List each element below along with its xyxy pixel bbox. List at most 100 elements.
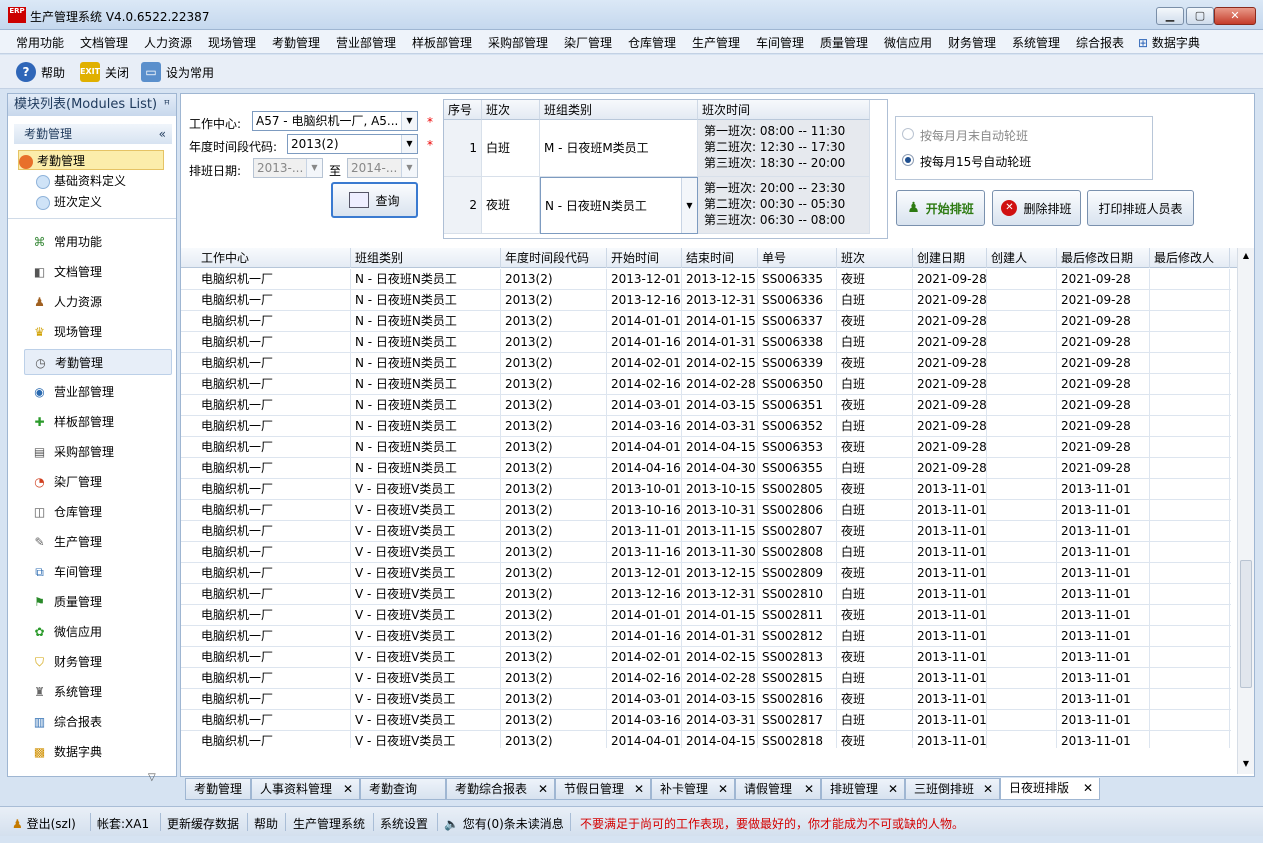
sidebar-module-item[interactable]: ⚑ 质量管理 <box>24 589 172 615</box>
table-row[interactable]: 电脑织机一厂 N - 日夜班N类员工 2013(2) 2014-04-16 2014-0… <box>181 458 1231 479</box>
system-settings-button[interactable]: 系统设置 <box>380 815 428 832</box>
menu-item[interactable]: 微信应用 <box>884 34 932 51</box>
scroll-down-arrow-icon[interactable]: ▼ <box>1238 756 1254 772</box>
tab-close-icon[interactable]: ✕ <box>888 779 898 799</box>
table-row[interactable]: 电脑织机一厂 V - 日夜班V类员工 2013(2) 2014-01-01 2014-0… <box>181 605 1231 626</box>
sidebar-module-item[interactable]: ⛉ 财务管理 <box>24 649 172 675</box>
messages-button[interactable]: 🔈 您有(0)条未读消息 <box>444 815 564 832</box>
grid-column-header[interactable]: 创建日期 <box>913 248 987 268</box>
period-select[interactable]: 2013(2) ▼ <box>287 134 418 154</box>
maximize-button[interactable]: ▢ <box>1186 7 1214 25</box>
chevron-down-icon[interactable]: ▼ <box>401 135 417 153</box>
menu-item[interactable]: 文档管理 <box>80 34 128 51</box>
rotation-radio-month-end[interactable] <box>902 128 914 140</box>
grid-column-header[interactable]: 工作中心 <box>197 248 351 268</box>
tree-item[interactable]: 基础资料定义 <box>36 171 176 191</box>
table-row[interactable]: 电脑织机一厂 V - 日夜班V类员工 2013(2) 2013-10-16 2013-1… <box>181 500 1231 521</box>
refresh-cache-button[interactable]: 更新缓存数据 <box>167 815 239 832</box>
grid-column-header[interactable]: 开始时间 <box>607 248 682 268</box>
table-row[interactable]: 电脑织机一厂 V - 日夜班V类员工 2013(2) 2014-03-16 2014-0… <box>181 710 1231 731</box>
grid-column-header[interactable]: 班组类别 <box>351 248 501 268</box>
tab-item[interactable]: 日夜班排版 ✕ <box>1000 778 1100 800</box>
tab-close-icon[interactable]: ✕ <box>983 779 993 799</box>
tab-close-icon[interactable]: ✕ <box>1083 778 1093 798</box>
sidebar-module-item[interactable]: ▤ 采购部管理 <box>24 439 172 465</box>
help-button[interactable]: ? 帮助 <box>16 61 65 83</box>
table-row[interactable]: 电脑织机一厂 N - 日夜班N类员工 2013(2) 2013-12-16 2013-1… <box>181 290 1231 311</box>
sidebar-module-item[interactable]: ⧉ 车间管理 <box>24 559 172 585</box>
sidebar-module-item[interactable]: ◧ 文档管理 <box>24 259 172 285</box>
work-center-select[interactable]: A57 - 电脑织机一厂, A5... ▼ <box>252 111 418 131</box>
menu-item[interactable]: 样板部管理 <box>412 34 472 51</box>
chevron-down-icon[interactable]: ▼ <box>401 112 417 130</box>
set-common-button[interactable]: ▭ 设为常用 <box>141 61 214 83</box>
table-row[interactable]: 电脑织机一厂 V - 日夜班V类员工 2013(2) 2014-03-01 2014-0… <box>181 689 1231 710</box>
tab-item[interactable]: 人事资料管理 ✕ <box>251 778 360 800</box>
sidebar-module-item[interactable]: ◉ 营业部管理 <box>24 379 172 405</box>
tab-item[interactable]: 考勤综合报表 ✕ <box>446 778 555 800</box>
tree-item[interactable]: 班次定义 <box>36 192 176 212</box>
menu-item[interactable]: 财务管理 <box>948 34 996 51</box>
print-roster-button[interactable]: 打印排班人员表 <box>1087 190 1194 226</box>
vertical-scrollbar[interactable]: ▲ ▼ <box>1237 248 1254 774</box>
sidebar-module-item[interactable]: ◷ 考勤管理 <box>24 349 172 375</box>
table-row[interactable]: 电脑织机一厂 N - 日夜班N类员工 2013(2) 2014-02-01 2014-0… <box>181 353 1231 374</box>
menu-item[interactable]: 车间管理 <box>756 34 804 51</box>
table-row[interactable]: 电脑织机一厂 N - 日夜班N类员工 2013(2) 2014-03-16 2014-0… <box>181 416 1231 437</box>
close-window-button[interactable]: ✕ <box>1214 7 1256 25</box>
menu-item[interactable]: 质量管理 <box>820 34 868 51</box>
tree-item[interactable]: 考勤管理 <box>18 150 164 170</box>
shift-cell-group[interactable]: M - 日夜班M类员工 <box>540 120 698 177</box>
menu-item[interactable]: 系统管理 <box>1012 34 1060 51</box>
sidebar-module-item[interactable]: ▩ 数据字典 <box>24 739 172 765</box>
tab-item[interactable]: 考勤管理 <box>185 778 251 800</box>
group-header-attendance[interactable]: 考勤管理 « <box>14 124 172 144</box>
tab-item[interactable]: 三班倒排班 ✕ <box>905 778 1000 800</box>
minimize-button[interactable]: ▁ <box>1156 7 1184 25</box>
sidebar-module-item[interactable]: ✿ 微信应用 <box>24 619 172 645</box>
tab-item[interactable]: 补卡管理 ✕ <box>651 778 735 800</box>
status-help-button[interactable]: 帮助 <box>254 815 278 832</box>
sidebar-module-item[interactable]: ♛ 现场管理 <box>24 319 172 345</box>
production-system-button[interactable]: 生产管理系统 <box>293 815 365 832</box>
logout-button[interactable]: ♟ 登出(szl) <box>12 815 76 832</box>
table-row[interactable]: 电脑织机一厂 V - 日夜班V类员工 2013(2) 2013-10-01 2013-1… <box>181 479 1231 500</box>
pin-icon[interactable]: ꟸ <box>164 94 170 116</box>
grid-column-header[interactable]: 年度时间段代码 <box>501 248 607 268</box>
sidebar-module-item[interactable]: ✎ 生产管理 <box>24 529 172 555</box>
table-row[interactable]: 电脑织机一厂 N - 日夜班N类员工 2013(2) 2014-01-16 2014-0… <box>181 332 1231 353</box>
menu-item[interactable]: 染厂管理 <box>564 34 612 51</box>
tab-item[interactable]: 节假日管理 ✕ <box>555 778 651 800</box>
rotation-radio-15th[interactable] <box>902 154 914 166</box>
tab-item[interactable]: 请假管理 ✕ <box>735 778 821 800</box>
scroll-down-icon[interactable]: ▽ <box>148 772 156 783</box>
menu-item[interactable]: 常用功能 <box>16 34 64 51</box>
date-from-input[interactable]: 2013-... ▼ <box>253 158 323 178</box>
sidebar-module-item[interactable]: ✚ 样板部管理 <box>24 409 172 435</box>
collapse-icon[interactable]: « <box>159 124 166 144</box>
grid-column-header[interactable]: 创建人 <box>987 248 1057 268</box>
menu-item[interactable]: 人力资源 <box>144 34 192 51</box>
menu-item[interactable]: 综合报表 <box>1076 34 1124 51</box>
table-row[interactable]: 电脑织机一厂 V - 日夜班V类员工 2013(2) 2013-12-16 2013-1… <box>181 584 1231 605</box>
close-button[interactable]: EXIT 关闭 <box>80 61 129 83</box>
table-row[interactable]: 电脑织机一厂 N - 日夜班N类员工 2013(2) 2014-03-01 2014-0… <box>181 395 1231 416</box>
sidebar-module-item[interactable]: ◔ 染厂管理 <box>24 469 172 495</box>
grid-column-header[interactable]: 班次 <box>837 248 913 268</box>
sidebar-module-item[interactable]: ♟ 人力资源 <box>24 289 172 315</box>
sidebar-module-item[interactable]: ◫ 仓库管理 <box>24 499 172 525</box>
grid-column-header[interactable]: 单号 <box>758 248 837 268</box>
table-row[interactable]: 电脑织机一厂 V - 日夜班V类员工 2013(2) 2014-01-16 2014-0… <box>181 626 1231 647</box>
grid-column-header[interactable]: 结束时间 <box>682 248 758 268</box>
delete-schedule-button[interactable]: ✕ 删除排班 <box>992 190 1081 226</box>
chevron-down-icon[interactable]: ▼ <box>401 159 417 177</box>
menu-item[interactable]: ⊞ 数据字典 <box>1138 34 1200 51</box>
scroll-thumb[interactable] <box>1240 560 1252 688</box>
start-schedule-button[interactable]: ♟ 开始排班 <box>896 190 985 226</box>
grid-column-header[interactable]: 最后修改人 <box>1150 248 1230 268</box>
table-row[interactable]: 电脑织机一厂 V - 日夜班V类员工 2013(2) 2013-12-01 2013-1… <box>181 563 1231 584</box>
menu-item[interactable]: 生产管理 <box>692 34 740 51</box>
tab-close-icon[interactable]: ✕ <box>343 779 353 799</box>
query-button[interactable]: 查询 <box>331 182 418 218</box>
tab-close-icon[interactable]: ✕ <box>804 779 814 799</box>
